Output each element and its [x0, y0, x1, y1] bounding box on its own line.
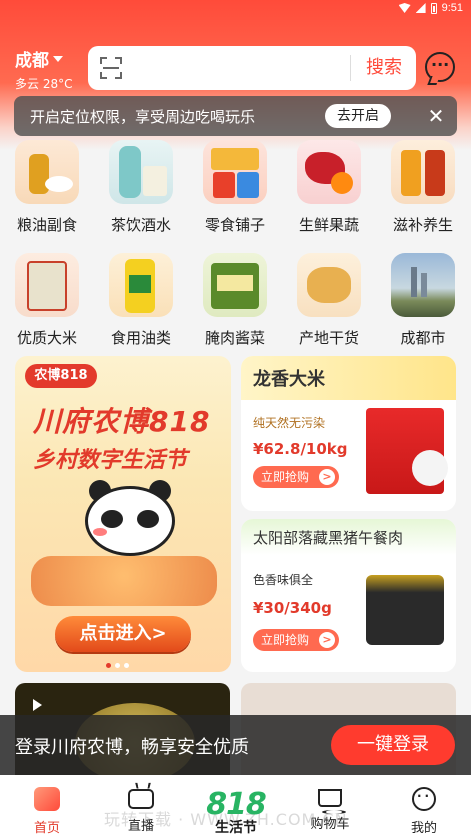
location-selector[interactable]: 成都 多云 28°C	[15, 46, 72, 92]
category-dried-goods[interactable]: 产地干货	[284, 253, 374, 348]
buy-label: 立即抢购	[261, 470, 310, 484]
nav-label: 首页	[33, 821, 60, 836]
category-tea-wine[interactable]: 茶饮酒水	[96, 140, 186, 235]
pork-promo-card[interactable]: 太阳部落藏黑猪午餐肉 色香味俱全 ¥30/340g 立即抢购 >	[241, 519, 456, 672]
status-bar: 9:51	[0, 0, 471, 18]
pork-card-price: ¥30/340g	[253, 599, 332, 617]
search-divider	[350, 55, 351, 81]
snacks-image	[203, 140, 267, 204]
buy-label: 立即抢购	[261, 633, 310, 647]
category-label: 生鲜果蔬	[298, 216, 359, 234]
play-icon	[33, 699, 42, 711]
rice-bag-image	[366, 408, 448, 494]
login-prompt-banner: 登录川府农博，畅享安全优质 一键登录	[0, 715, 471, 775]
category-rice[interactable]: 优质大米	[2, 253, 92, 348]
one-click-login-button[interactable]: 一键登录	[331, 725, 455, 765]
festival-number: 818	[206, 787, 267, 822]
nav-festival[interactable]: 818 生活节	[200, 787, 272, 837]
promo-headline: 川府农博818	[33, 405, 211, 438]
dried-goods-image	[297, 253, 361, 317]
nav-label: 我的	[410, 821, 437, 836]
category-health[interactable]: 滋补养生	[378, 140, 468, 235]
scan-icon[interactable]	[100, 57, 122, 79]
category-label: 腌肉酱菜	[204, 329, 265, 347]
close-icon[interactable]: ✕	[426, 104, 446, 128]
nav-me[interactable]: 我的	[384, 775, 464, 839]
category-snacks[interactable]: 零食铺子	[190, 140, 280, 235]
health-image	[391, 140, 455, 204]
pickles-image	[203, 253, 267, 317]
category-label: 滋补养生	[392, 216, 453, 234]
rice-card-price: ¥62.8/10kg	[253, 440, 348, 458]
category-grain-oil[interactable]: 粮油副食	[2, 140, 92, 235]
category-label: 零食铺子	[204, 216, 265, 234]
home-icon	[34, 787, 60, 811]
signal-icon	[415, 3, 426, 13]
category-fresh[interactable]: 生鲜果蔬	[284, 140, 374, 235]
rice-image	[15, 253, 79, 317]
tea-wine-image	[109, 140, 173, 204]
panda-mascot	[85, 480, 175, 566]
enter-button[interactable]: 点击进入>	[55, 616, 191, 652]
category-label: 食用油类	[110, 329, 171, 347]
grain-oil-image	[15, 140, 79, 204]
search-button[interactable]: 搜索	[352, 46, 416, 90]
arrow-right-icon: >	[319, 632, 335, 648]
pork-card-title: 太阳部落藏黑猪午餐肉	[241, 519, 456, 555]
weather-text: 多云 28°C	[15, 77, 73, 91]
chengdu-city-image	[391, 253, 455, 317]
wifi-icon	[398, 3, 411, 13]
search-box[interactable]: 搜索	[88, 46, 416, 90]
pork-card-subtitle: 色香味俱全	[253, 573, 314, 587]
profile-icon	[412, 787, 436, 811]
category-label: 产地干货	[298, 329, 359, 347]
festival-logo: 农博818	[25, 364, 97, 388]
carousel-indicator	[106, 663, 129, 668]
login-prompt-text: 登录川府农博，畅享安全优质	[15, 737, 249, 758]
rice-promo-card[interactable]: 龙香大米 纯天然无污染 ¥62.8/10kg 立即抢购 >	[241, 356, 456, 511]
fresh-produce-image	[297, 140, 361, 204]
message-icon[interactable]	[425, 52, 455, 82]
status-time: 9:51	[441, 2, 463, 14]
battery-icon	[430, 2, 437, 14]
promo-subheadline: 乡村数字生活节	[33, 448, 188, 473]
rice-buy-button[interactable]: 立即抢购 >	[253, 466, 339, 488]
category-label: 成都市	[400, 329, 446, 347]
festival-promo-banner[interactable]: 农博818 川府农博818 乡村数字生活节 点击进入>	[15, 356, 231, 672]
food-basket-image	[31, 556, 217, 606]
enable-location-button[interactable]: 去开启	[325, 104, 391, 128]
category-cooking-oil[interactable]: 食用油类	[96, 253, 186, 348]
rice-card-title: 龙香大米	[241, 356, 456, 400]
nav-home[interactable]: 首页	[7, 775, 87, 839]
cooking-oil-image	[109, 253, 173, 317]
rice-card-subtitle: 纯天然无污染	[253, 416, 326, 430]
luncheon-meat-can-image	[366, 575, 444, 645]
category-label: 茶饮酒水	[110, 216, 171, 234]
festival-label: 生活节	[215, 820, 257, 836]
category-label: 粮油副食	[16, 216, 77, 234]
location-permission-banner: 开启定位权限，享受周边吃喝玩乐 去开启 ✕	[14, 96, 457, 136]
city-name: 成都	[15, 51, 49, 71]
category-label: 优质大米	[16, 329, 77, 347]
chevron-down-icon	[53, 55, 63, 62]
category-chengdu[interactable]: 成都市	[378, 253, 468, 348]
category-pickles[interactable]: 腌肉酱菜	[190, 253, 280, 348]
location-banner-text: 开启定位权限，享受周边吃喝玩乐	[30, 107, 256, 126]
arrow-right-icon: >	[319, 469, 335, 485]
cart-icon	[318, 789, 346, 814]
pork-buy-button[interactable]: 立即抢购 >	[253, 629, 339, 651]
